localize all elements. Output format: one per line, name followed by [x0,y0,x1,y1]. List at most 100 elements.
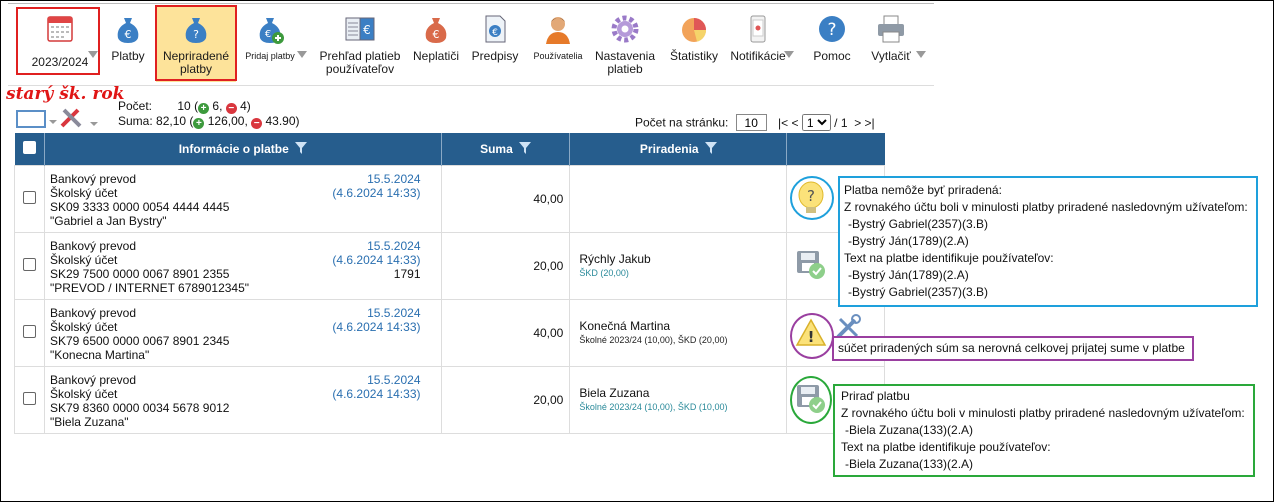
prev-page-button[interactable]: < [791,116,798,130]
per-page-label: Počet na stránku: [635,115,729,130]
notifikacie-dropdown-caret[interactable] [784,51,794,58]
page-select[interactable]: 1 [801,114,831,131]
vytlacit-dropdown-caret[interactable] [916,51,926,58]
user-icon [546,17,570,44]
assigned-detail: Školné 2023/24 (10,00), ŠKD (10,00) [579,401,728,412]
row-checkbox[interactable] [22,324,36,338]
pie-chart-icon [682,18,706,42]
date-value: 15.5.2024 [367,372,421,387]
purple-ring [790,313,834,359]
iban: SK09 3333 0000 0054 4444 4445 [49,199,230,214]
svg-text:€: € [125,28,132,41]
per-page-input[interactable] [735,114,767,131]
callout-line: Platba nemôže byť priradená: [844,183,1002,197]
pridaj-dropdown-caret[interactable] [297,51,307,58]
payment-ref: 1791 [393,266,421,281]
toolbar-notifikacie[interactable]: Notifikácie [726,10,790,84]
money-bag-debtor-icon: € [425,18,447,43]
first-page-button[interactable]: |< [778,116,788,130]
payment-info: Bankový prevod Školský účet SK79 8360 00… [43,365,442,434]
gear-icon [611,15,639,43]
assigned-user[interactable]: Konečná Martina [579,319,786,333]
filter-icon[interactable] [294,141,307,154]
filter-icon[interactable] [704,141,717,154]
payment-date: 15.5.2024 (4.6.2024 14:33) [332,239,420,267]
toolbar-prehlad[interactable]: € Prehľad platieb používateľov [312,10,408,84]
sum-value: 82,10 [156,114,187,128]
row-select [14,298,45,367]
row-select [14,365,45,434]
row-select [14,164,45,233]
header-actions [786,133,885,165]
table-row: Bankový prevod Školský účet SK79 6500 00… [14,298,885,367]
save-assign-icon[interactable] [795,249,827,281]
header-assign[interactable]: Priradenia [569,133,788,165]
row-checkbox[interactable] [22,190,36,204]
toolbar-neplatici[interactable]: € Neplatiči [410,10,462,84]
header-info[interactable]: Informácie o platbe [44,133,442,165]
payment-note: "Konecna Martina" [49,347,150,362]
toolbar-pridaj-platby[interactable]: € Pridaj platby [240,10,300,84]
header-sum[interactable]: Suma [441,133,571,165]
last-page-button[interactable]: >| [865,116,875,130]
row-checkbox[interactable] [22,391,36,405]
svg-text:€: € [363,23,371,37]
highlight-nepriradene [155,5,237,81]
toolbar-vytlacit[interactable]: Vytlačiť [864,10,918,84]
green-ring [790,376,832,424]
assigned-user[interactable]: Rýchly Jakub [579,252,786,266]
minus-icon: − [225,103,237,114]
callout-line: -Bystrý Gabriel(2357)(3.B) [848,217,989,231]
callout-line: -Bystrý Ján(1789)(2.A) [848,268,969,282]
callout-line: Text na platbe identifikuje používateľov… [844,251,1054,265]
assigned-detail: Školné 2023/24 (10,00), ŠKD (20,00) [579,334,728,345]
datetime-value: (4.6.2024 14:33) [332,319,421,334]
toolbar-label: Používatelia [533,51,583,61]
toolbar-platby[interactable]: € Platby [104,10,152,84]
ledger-euro-icon: € [345,17,375,41]
callout-line: Priraď platbu [841,389,910,403]
payment-info: Bankový prevod Školský účet SK29 7500 00… [43,231,442,300]
table-row: Bankový prevod Školský účet SK09 3333 00… [14,164,885,233]
payment-assign: Biela Zuzana Školné 2023/24 (10,00), ŠKD… [569,365,788,434]
payment-date: 15.5.2024 (4.6.2024 14:33) [332,373,420,401]
payment-sum: 40,00 [440,298,571,367]
assigned-user[interactable]: Biela Zuzana [579,386,786,400]
document-euro-icon: € [485,15,506,43]
next-page-button[interactable]: > [854,116,861,130]
highlight-year [16,7,100,75]
toolbar-pomoc[interactable]: ? Pomoc [806,10,858,84]
callout-sum-mismatch: súčet priradených súm sa nerovná celkove… [832,336,1194,361]
row-checkbox[interactable] [22,257,36,271]
payment-note: "Gabriel a Jan Bystry" [49,213,167,228]
tools-icon[interactable] [58,104,100,130]
count-negative: 4) [240,99,251,113]
old-year-annotation: starý šk. rok [6,84,125,104]
datetime-value: (4.6.2024 14:33) [332,386,421,401]
filter-icon[interactable] [518,141,531,154]
select-all-checkbox[interactable] [22,140,36,154]
toolbar-statistiky[interactable]: Štatistiky [664,10,724,84]
toolbar-label: Pridaj platby [245,51,295,61]
plus-icon: + [193,118,205,129]
count-value: 10 [177,99,191,113]
datetime-value: (4.6.2024 14:33) [332,252,421,267]
toolbar-label: Nastavenia platieb [594,49,656,76]
toolbar-nastavenia[interactable]: Nastavenia platieb [592,10,658,84]
callout-line: -Bystrý Gabriel(2357)(3.B) [848,285,989,299]
date-value: 15.5.2024 [367,171,421,186]
payment-assign [569,164,788,233]
payment-stats: Počet: 10 (+ 6, − 4) Suma: 82,10 (+ 126,… [118,99,300,129]
list-view-icon[interactable] [16,108,58,130]
sum-row: Suma: 82,10 (+ 126,00, − 43.90) [118,114,300,129]
callout-line: Z rovnakého účtu boli v minulosti platby… [841,406,1245,420]
count-positive: 6, [212,99,223,113]
payment-info: Bankový prevod Školský účet SK09 3333 00… [43,164,442,233]
toolbar-label: Platby [111,49,145,63]
payment-assign: Rýchly Jakub ŠKD (20,00) [569,231,788,300]
toolbar-predpisy[interactable]: € Predpisy [468,10,522,84]
callout-line: Z rovnakého účtu boli v minulosti platby… [844,200,1248,214]
datetime-value: (4.6.2024 14:33) [332,185,421,200]
date-value: 15.5.2024 [367,305,421,320]
toolbar-pouzivatelia[interactable]: Používatelia [528,10,588,84]
